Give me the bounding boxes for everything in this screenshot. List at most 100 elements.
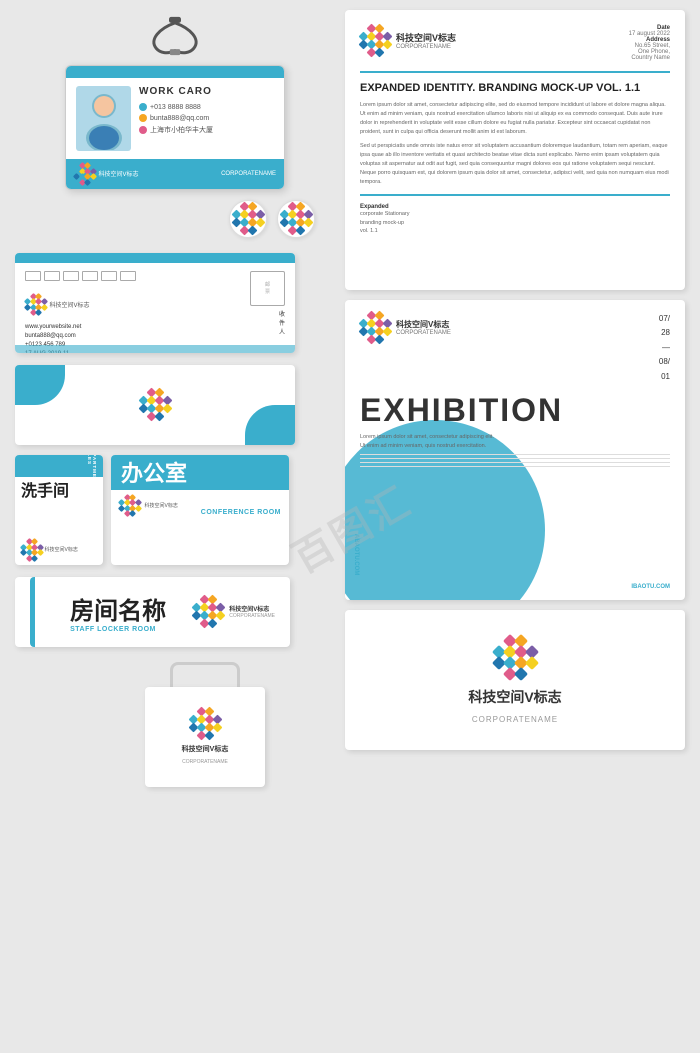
sign-washroom-body: 洗手间	[15, 477, 103, 565]
sign-office-chinese: 办公室	[121, 456, 187, 488]
exhibition-logo-area: 科技空间V标志 CORPORATENAME	[360, 312, 451, 343]
logo-card-brand: 科技空间V标志	[468, 687, 561, 707]
left-column: WORK CARO +013 8888 8888 bunta888@qq.com…	[15, 10, 335, 787]
letterhead-corp: CORPORATENAME	[396, 44, 456, 50]
sign-washroom: SALES DEPARTMENT 洗手间	[15, 455, 103, 565]
letterhead-logo-area: 科技空间V标志 CORPORATENAME	[360, 25, 456, 56]
letterhead-body2: Sed ut perspiciatis unde omnis iste natu…	[360, 142, 670, 186]
id-address: 上海市小柏华丰大厦	[139, 125, 274, 135]
envelope-inner: 科技空间V标志 www.yourwebsite.net bunta888@qq.…	[15, 263, 295, 353]
envelope2	[15, 365, 295, 445]
badges-row	[15, 200, 315, 238]
id-email: bunta888@qq.com	[139, 114, 274, 122]
exhibition-title: EXHIBITION	[345, 392, 685, 429]
logo-card-icon	[494, 636, 537, 679]
sign-office: 办公室	[111, 455, 289, 565]
location-icon	[139, 126, 147, 134]
id-avatar	[76, 86, 131, 151]
envelope2-wrapper	[15, 365, 335, 445]
letterhead-divider	[360, 71, 670, 73]
letterhead-heading: EXPANDED IDENTITY. BRANDING MOCK-UP VOL.…	[360, 81, 670, 95]
sign-office-logo	[119, 495, 141, 517]
letterhead-body1: Lorem ipsum dolor sit amet, consectetur …	[360, 101, 670, 136]
logo-card-sub: CORPORATENAME	[472, 715, 558, 724]
envelope: 科技空间V标志 www.yourwebsite.net bunta888@qq.…	[15, 253, 295, 353]
envelope-left: 科技空间V标志 www.yourwebsite.net bunta888@qq.…	[25, 271, 136, 353]
envelope-top-bar	[15, 253, 295, 263]
letterhead: 科技空间V标志 CORPORATENAME Date 17 august 202…	[345, 10, 685, 290]
letterhead-divider-2	[360, 194, 670, 196]
envelope-section: 科技空间V标志 www.yourwebsite.net bunta888@qq.…	[15, 253, 335, 353]
sign-washroom-logo	[21, 539, 43, 561]
footer-logo: 科技空间V标志	[74, 163, 139, 185]
exhibition-url-right: IBAOTU.COM	[631, 584, 670, 590]
badge-2	[277, 200, 315, 238]
wide-sign-left: 房间名称 STAFF LOCKER ROOM	[70, 591, 166, 633]
exhibition-text1: Lorem ipsum dolor sit amet, consectetur …	[360, 433, 670, 442]
sign-office-body: 科技空间V标志 CONFERENCE ROOM	[111, 490, 289, 522]
envelope-boxes	[25, 271, 136, 281]
exhibition-brand: 科技空间V标志	[396, 319, 451, 330]
sign-washroom-chinese: 洗手间	[21, 483, 97, 501]
env-box-3	[63, 271, 79, 281]
right-column: 科技空间V标志 CORPORATENAME Date 17 august 202…	[345, 10, 685, 750]
id-card: WORK CARO +013 8888 8888 bunta888@qq.com…	[65, 65, 285, 190]
sign-washroom-top: SALES DEPARTMENT	[15, 455, 103, 477]
exhibition-date: 07/ 28 — 08/ 01	[659, 312, 670, 384]
bag-section: 科技空间V标志 CORPORATENAME	[135, 662, 275, 787]
bag-body: 科技空间V标志 CORPORATENAME	[145, 687, 265, 787]
email-icon	[139, 114, 147, 122]
sign-office-top: 办公室	[111, 455, 289, 490]
letterhead-address-3: Country Name	[629, 55, 670, 61]
shopping-bag: 科技空间V标志 CORPORATENAME	[135, 662, 275, 787]
badge-logo-1	[233, 203, 264, 234]
wide-sign-logo-icon	[193, 596, 224, 627]
envelope-logo-icon	[25, 294, 47, 316]
footer-logo-icon	[74, 163, 96, 185]
wide-sign-sub: STAFF LOCKER ROOM	[70, 626, 166, 633]
wide-sign-corp: CORPORATENAME	[229, 613, 275, 619]
id-card-header	[66, 66, 284, 78]
exhibition-corp: CORPORATENAME	[396, 330, 451, 336]
lanyard	[145, 10, 205, 65]
bag-corp: CORPORATENAME	[182, 759, 228, 765]
wide-sign-blue-bar	[30, 577, 35, 647]
main-container: WORK CARO +013 8888 8888 bunta888@qq.com…	[0, 0, 700, 1053]
exhibition-logo-icon	[360, 312, 391, 343]
bag-handle	[170, 662, 240, 687]
env-box-1	[25, 271, 41, 281]
sign-washroom-vertical: SALES DEPARTMENT	[87, 455, 97, 486]
letterhead-header: 科技空间V标志 CORPORATENAME Date 17 august 202…	[360, 25, 670, 61]
letterhead-brand: 科技空间V标志	[396, 31, 456, 44]
envelope2-inner	[15, 365, 295, 445]
id-card-footer: 科技空间V标志 CORPORATENAME	[66, 159, 284, 189]
signs-row: SALES DEPARTMENT 洗手间	[15, 455, 335, 565]
envelope2-logo	[140, 389, 171, 420]
letterhead-info: Date 17 august 2022 Address No.65 Street…	[629, 25, 670, 61]
letterhead-footer-sub1: corporate Stationary	[360, 210, 670, 218]
exhibition-poster: 科技空间V标志 CORPORATENAME 07/ 28 — 08/ 01 EX…	[345, 300, 685, 600]
sign-office-sub: CONFERENCE ROOM	[201, 509, 281, 516]
exhibition-text2: Ut enim ad minim veniam, quis nostrud ex…	[360, 442, 670, 451]
sign-washroom-brand: 科技空间V标志	[45, 546, 78, 553]
letterhead-footer-sub2: branding mock-up	[360, 219, 670, 227]
envelope-right: 邮票 收 件 人	[250, 271, 285, 338]
postage-area: 邮票	[250, 271, 285, 306]
phone-icon	[139, 103, 147, 111]
id-phone: +013 8888 8888	[139, 103, 274, 111]
badge-1	[229, 200, 267, 238]
envelope-bottom-bar	[15, 345, 295, 353]
sign-washroom-footer: 科技空间V标志	[21, 539, 97, 561]
id-card-body: WORK CARO +013 8888 8888 bunta888@qq.com…	[66, 78, 284, 159]
exhibition-url-left: ABAOTU.COM	[353, 534, 359, 575]
id-info: WORK CARO +013 8888 8888 bunta888@qq.com…	[139, 86, 274, 138]
envelope-brand: 科技空间V标志	[50, 300, 90, 309]
env-box-5	[101, 271, 117, 281]
id-card-section: WORK CARO +013 8888 8888 bunta888@qq.com…	[35, 10, 315, 190]
wide-sign-logo-area: 科技空间V标志 CORPORATENAME	[193, 596, 275, 627]
env-box-6	[120, 271, 136, 281]
id-card-title: WORK CARO	[139, 86, 274, 97]
wide-sign-chinese: 房间名称	[70, 591, 166, 626]
wide-sign: 房间名称 STAFF LOCKER ROOM	[15, 577, 290, 647]
env-box-4	[82, 271, 98, 281]
